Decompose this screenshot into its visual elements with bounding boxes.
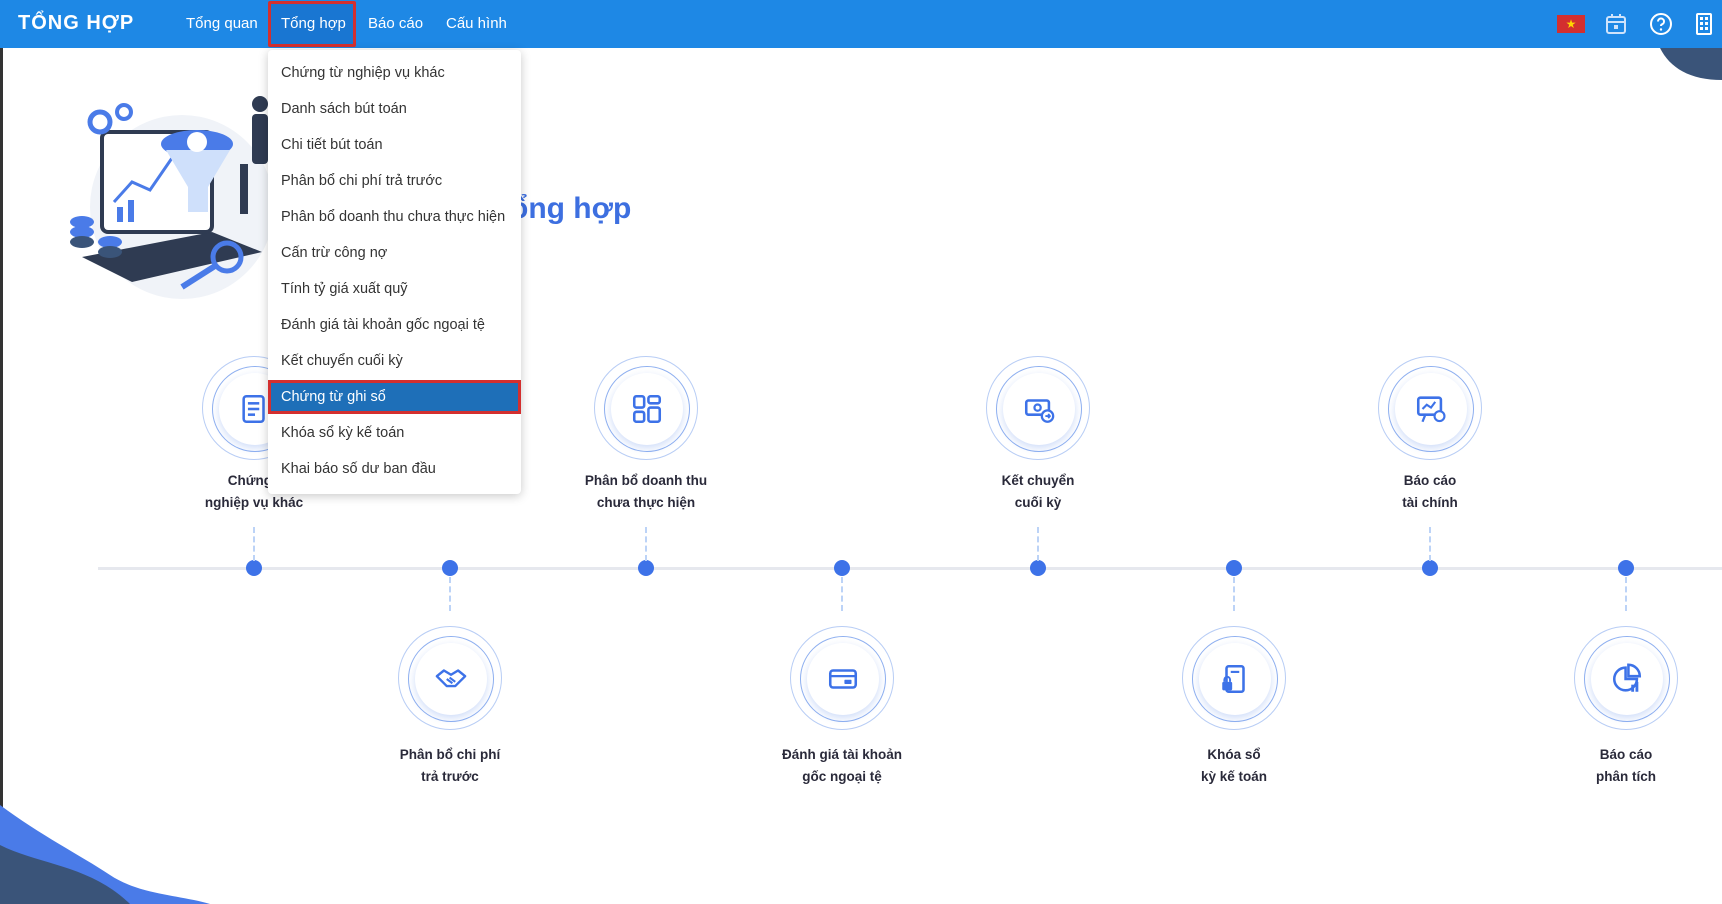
label-line: Đánh giá tài khoản [781, 747, 903, 762]
node-phan-bo-chi-phi[interactable] [398, 626, 502, 730]
label-line: nghiệp vụ khác [204, 495, 304, 510]
lock-book-icon [1222, 664, 1245, 694]
menu-item-chung-tu-nghiep-vu-khac[interactable]: Chứng từ nghiệp vụ khác [268, 56, 521, 90]
connector [1037, 527, 1039, 561]
connector [253, 527, 255, 561]
node-label-bao-cao-tai-chinh: Báo cáo tài chính [1350, 470, 1510, 514]
corner-decoration-bottom [0, 805, 210, 904]
node-bao-cao-tai-chinh[interactable] [1378, 356, 1482, 460]
node-ket-chuyen-cuoi-ky[interactable] [986, 356, 1090, 460]
node-bao-cao-phan-tich[interactable] [1574, 626, 1678, 730]
menu-item-tinh-ty-gia[interactable]: Tính tỷ giá xuất quỹ [268, 272, 521, 306]
nav-tong-hop[interactable]: Tổng hợp [281, 15, 346, 32]
timeline-line [98, 567, 1722, 570]
card-icon [828, 669, 858, 689]
help-icon[interactable] [1649, 12, 1673, 36]
connector [1233, 577, 1235, 611]
menu-item-phan-bo-chi-phi[interactable]: Phân bổ chi phí trả trước [268, 164, 521, 198]
handshake-icon [435, 669, 467, 688]
presentation-icon [1416, 396, 1446, 423]
timeline-dot [1226, 560, 1242, 576]
label-line: phân tích [1596, 769, 1656, 784]
grid-icon [632, 394, 662, 424]
timeline-dot [834, 560, 850, 576]
connector [645, 527, 647, 561]
menu-item-danh-gia-tai-khoan[interactable]: Đánh giá tài khoản gốc ngoại tệ [268, 308, 521, 342]
nav-cau-hinh[interactable]: Cấu hình [446, 15, 507, 32]
hero-illustration [70, 96, 274, 299]
label-line: cuối kỳ [1014, 495, 1062, 510]
vietnam-flag-icon[interactable]: ★ [1557, 15, 1585, 33]
timeline-dot [638, 560, 654, 576]
menu-item-ket-chuyen-cuoi-ky[interactable]: Kết chuyển cuối kỳ [268, 344, 521, 378]
menu-item-phan-bo-doanh-thu[interactable]: Phân bổ doanh thu chưa thực hiện [268, 200, 521, 234]
menu-item-khai-bao-so-du[interactable]: Khai báo số dư ban đầu [268, 452, 521, 486]
menu-item-danh-sach-but-toan[interactable]: Danh sách bút toán [268, 92, 521, 126]
top-bar: TỔNG HỢP Tổng quan Tổng hợp Báo cáo Cấu … [0, 0, 1722, 48]
node-khoa-so[interactable] [1182, 626, 1286, 730]
tong-hop-dropdown-menu: Chứng từ nghiệp vụ khác Danh sách bút to… [268, 50, 521, 494]
pie-chart-icon [1613, 663, 1642, 692]
timeline-dot [1618, 560, 1634, 576]
node-label-phan-bo-doanh-thu: Phân bổ doanh thu chưa thực hiện [566, 470, 726, 514]
label-line: Phân bổ chi phí [399, 747, 501, 762]
connector [1429, 527, 1431, 561]
app-title: TỔNG HỢP [18, 12, 135, 34]
left-border [0, 48, 3, 904]
apps-icon[interactable] [1692, 12, 1716, 36]
node-label-ket-chuyen: Kết chuyển cuối kỳ [958, 470, 1118, 514]
menu-item-can-tru-cong-no[interactable]: Cấn trừ công nợ [268, 236, 521, 270]
connector [841, 577, 843, 611]
timeline-dot [1422, 560, 1438, 576]
label-line: trả trước [421, 769, 479, 784]
label-line: Kết chuyển [1001, 473, 1075, 488]
label-line: chưa thực hiện [596, 495, 696, 510]
menu-item-chi-tiet-but-toan[interactable]: Chi tiết bút toán [268, 128, 521, 162]
nav-tong-quan[interactable]: Tổng quan [186, 15, 258, 32]
node-label-phan-bo-chi-phi: Phân bổ chi phí trả trước [370, 744, 530, 788]
timeline-dot [1030, 560, 1046, 576]
calendar-icon[interactable] [1604, 12, 1628, 36]
label-line: Báo cáo [1599, 747, 1653, 762]
label-line: tài chính [1402, 495, 1458, 510]
node-label-danh-gia: Đánh giá tài khoản gốc ngoại tệ [762, 744, 922, 788]
corner-decoration-top [1660, 48, 1722, 80]
node-danh-gia-tai-khoan[interactable] [790, 626, 894, 730]
label-line: Phân bổ doanh thu [584, 473, 708, 488]
node-label-bao-cao-phan-tich: Báo cáo phân tích [1546, 744, 1706, 788]
timeline-dot [246, 560, 262, 576]
label-line: Khóa sổ [1207, 747, 1261, 762]
connector [1625, 577, 1627, 611]
document-icon [242, 394, 265, 424]
label-line: Báo cáo [1403, 473, 1457, 488]
node-phan-bo-doanh-thu[interactable] [594, 356, 698, 460]
hero-title: ổng hợp [510, 192, 632, 225]
menu-item-chung-tu-ghi-so[interactable]: Chứng từ ghi sổ [268, 380, 521, 414]
timeline-dot [442, 560, 458, 576]
label-line: kỳ kế toán [1200, 769, 1268, 784]
menu-item-khoa-so[interactable]: Khóa sổ kỳ kế toán [268, 416, 521, 450]
node-label-khoa-so: Khóa sổ kỳ kế toán [1154, 744, 1314, 788]
label-line: gốc ngoại tệ [802, 769, 882, 784]
money-transfer-icon [1024, 399, 1055, 423]
nav-bao-cao[interactable]: Báo cáo [368, 15, 423, 32]
connector [449, 577, 451, 611]
